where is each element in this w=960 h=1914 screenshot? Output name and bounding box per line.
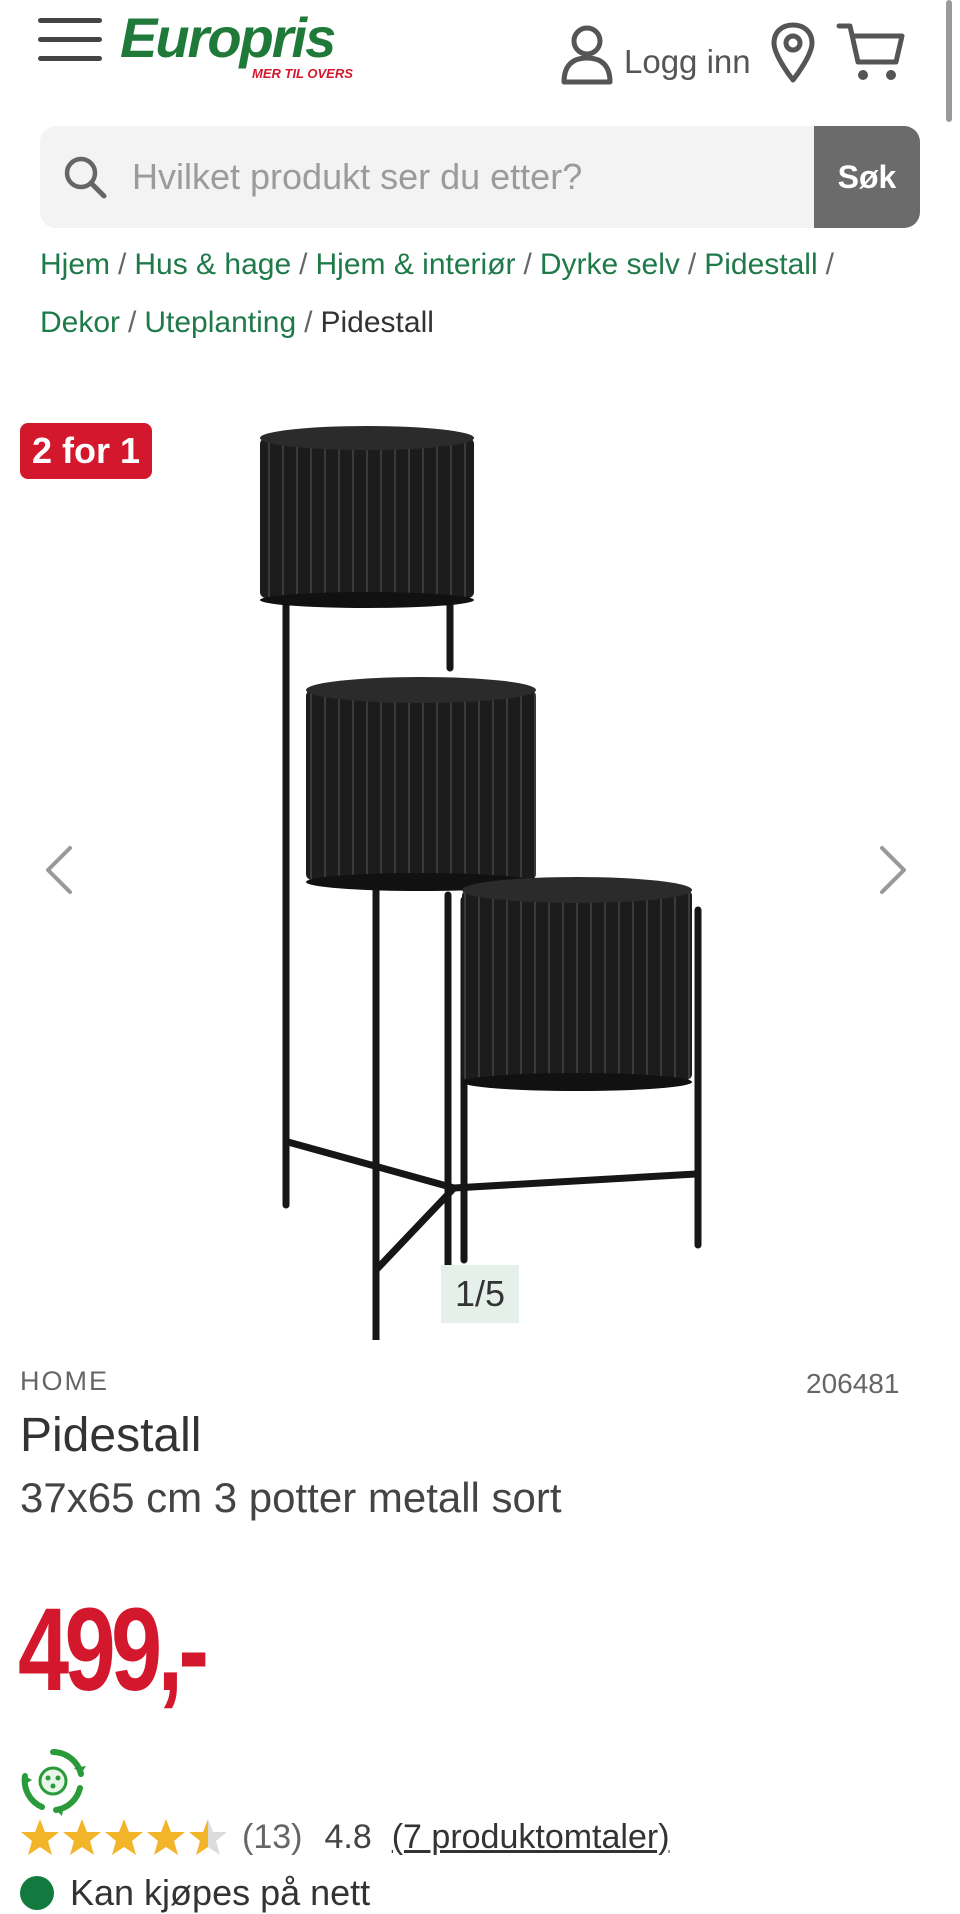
- location-pin-icon[interactable]: [770, 22, 816, 84]
- product-gallery: 2 for 1 1/5: [0, 380, 960, 1340]
- page-scrollbar[interactable]: [946, 0, 952, 122]
- breadcrumb-separator: /: [523, 248, 532, 281]
- breadcrumb-item[interactable]: Hus & hage: [134, 248, 291, 281]
- hamburger-menu-icon[interactable]: [38, 18, 102, 64]
- logo-tagline: MER TIL OVERS: [252, 66, 353, 81]
- breadcrumb-separator: /: [299, 248, 308, 281]
- star-icon: [63, 1819, 101, 1855]
- image-counter: 1/5: [441, 1265, 519, 1323]
- breadcrumb-separator: /: [304, 306, 313, 339]
- star-rating: [20, 1817, 228, 1857]
- availability-status: Kan kjøpes på nett: [20, 1866, 370, 1914]
- breadcrumb-item[interactable]: Hjem: [40, 248, 110, 281]
- rating-score: 4.8: [324, 1817, 372, 1856]
- reviews-link[interactable]: (7 produktomtaler): [392, 1818, 670, 1857]
- breadcrumb-separator: /: [825, 248, 834, 281]
- breadcrumb-separator: /: [687, 248, 697, 281]
- breadcrumb-current: Pidestall: [320, 306, 434, 339]
- product-price: 499,-: [18, 1584, 209, 1716]
- product-rating[interactable]: (13) 4.8 (7 produktomtaler): [20, 1810, 670, 1864]
- star-icon: [147, 1819, 185, 1855]
- half-star-icon: [189, 1819, 227, 1855]
- product-sku: 206481: [806, 1368, 900, 1399]
- search-bar: Søk: [40, 126, 920, 228]
- chevron-right-icon[interactable]: [872, 840, 912, 900]
- product-brand[interactable]: HOME: [20, 1366, 109, 1397]
- rating-count: (13): [242, 1817, 303, 1856]
- search-icon: [40, 126, 120, 228]
- promo-badge: 2 for 1: [20, 423, 152, 479]
- recycle-eco-icon: [21, 1749, 86, 1816]
- available-dot-icon: [20, 1876, 54, 1910]
- breadcrumb-item[interactable]: Dekor: [40, 306, 120, 339]
- product-image[interactable]: [240, 400, 720, 1340]
- breadcrumb-separator: /: [118, 248, 127, 281]
- europris-logo[interactable]: Europris MER TIL OVERS: [120, 8, 360, 88]
- product-title: Pidestall: [20, 1409, 202, 1462]
- site-header: Europris MER TIL OVERS Logg inn: [0, 0, 960, 110]
- search-button[interactable]: Søk: [814, 126, 920, 228]
- star-icon: [105, 1819, 143, 1855]
- breadcrumb: Hjem / Hus & hage / Hjem & interiør / Dyrke se…: [40, 236, 920, 352]
- breadcrumb-item[interactable]: Pidestall: [704, 248, 817, 281]
- breadcrumb-separator: /: [128, 306, 137, 339]
- logo-text: Europris: [120, 6, 336, 69]
- login-button[interactable]: Logg inn: [560, 20, 751, 90]
- star-icon: [21, 1819, 59, 1855]
- login-label: Logg inn: [624, 43, 751, 80]
- search-input[interactable]: [120, 126, 814, 228]
- breadcrumb-item[interactable]: Uteplanting: [144, 306, 296, 339]
- user-icon: [561, 25, 613, 85]
- shopping-cart-icon[interactable]: [836, 20, 906, 84]
- availability-label: Kan kjøpes på nett: [70, 1872, 371, 1913]
- breadcrumb-item[interactable]: Dyrke selv: [540, 248, 680, 281]
- chevron-left-icon[interactable]: [40, 840, 80, 900]
- breadcrumb-item[interactable]: Hjem & interiør: [315, 248, 515, 281]
- product-subtitle: 37x65 cm 3 potter metall sort: [20, 1474, 562, 1521]
